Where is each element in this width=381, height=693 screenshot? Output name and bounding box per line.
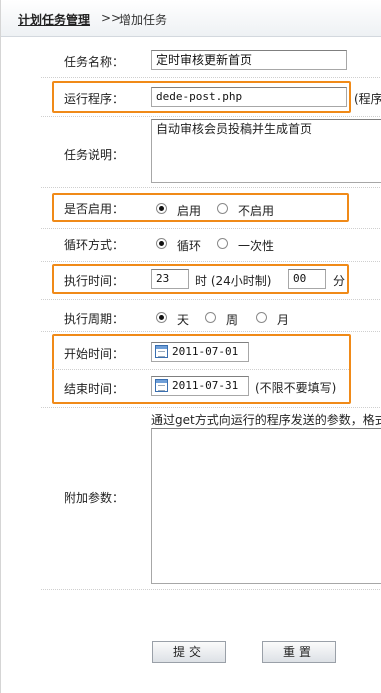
row-divider <box>41 116 381 117</box>
row-divider <box>41 261 381 262</box>
start-time-input[interactable]: 2011-07-01 <box>151 342 249 362</box>
end-time-input[interactable]: 2011-07-31 <box>151 376 249 396</box>
description-label: 任务说明： <box>64 148 125 162</box>
row-divider <box>41 228 381 229</box>
exec-minute-unit: 分 <box>333 274 346 288</box>
task-name-label: 任务名称： <box>64 55 125 69</box>
period-label: 执行周期： <box>64 312 125 326</box>
row-divider <box>41 331 381 332</box>
calendar-icon[interactable] <box>155 345 168 358</box>
program-label: 运行程序： <box>64 92 125 106</box>
row-divider <box>41 407 381 408</box>
exec-minute-input[interactable]: 00 <box>288 269 326 289</box>
period-month-radio[interactable] <box>256 312 267 323</box>
description-textarea[interactable]: 自动审核会员投稿并生成首页 <box>151 119 381 183</box>
enabled-no-radio[interactable] <box>217 203 228 214</box>
row-divider <box>53 369 349 370</box>
reset-button[interactable]: 重置 <box>262 641 336 663</box>
period-day-radio[interactable] <box>156 312 167 323</box>
end-time-label: 结束时间： <box>64 382 125 396</box>
submit-button[interactable]: 提交 <box>152 641 226 663</box>
row-divider <box>41 299 381 300</box>
period-week-radio[interactable] <box>205 312 216 323</box>
loop-once-text: 一次性 <box>238 239 275 253</box>
params-label: 附加参数： <box>64 491 125 505</box>
end-time-hint: (不限不要填写) <box>255 381 337 395</box>
loop-once-radio[interactable] <box>217 238 228 249</box>
enabled-no-text: 不启用 <box>238 204 275 218</box>
params-textarea[interactable] <box>151 428 381 584</box>
breadcrumb: 计划任务管理 >> 增加任务 <box>1 0 381 37</box>
row-divider <box>41 589 381 590</box>
enabled-yes-radio[interactable] <box>156 203 167 214</box>
row-divider <box>41 77 381 78</box>
params-hint: 通过get方式向运行的程序发送的参数，格式 <box>151 413 381 427</box>
period-week-text: 周 <box>226 313 239 327</box>
loop-repeat-radio[interactable] <box>156 238 167 249</box>
exec-hour-unit: 时 (24小时制) <box>195 274 272 288</box>
breadcrumb-root-link[interactable]: 计划任务管理 <box>18 11 90 28</box>
start-time-value: 2011-07-01 <box>172 345 239 358</box>
breadcrumb-current: 增加任务 <box>119 13 168 27</box>
calendar-icon[interactable] <box>155 379 168 392</box>
period-day-text: 天 <box>177 313 190 327</box>
end-time-value: 2011-07-31 <box>172 379 239 392</box>
enabled-label: 是否启用： <box>64 202 125 216</box>
task-name-input[interactable]: 定时审核更新首页 <box>151 50 347 70</box>
loop-label: 循环方式： <box>64 238 125 252</box>
enabled-yes-text: 启用 <box>177 204 202 218</box>
row-divider <box>41 187 381 188</box>
period-month-text: 月 <box>277 313 290 327</box>
program-hint: (程序 <box>354 92 381 106</box>
exec-hour-input[interactable]: 23 <box>151 269 189 289</box>
add-task-page: 计划任务管理 >> 增加任务 任务名称： 定时审核更新首页 运行程序： dede… <box>0 0 381 693</box>
program-input[interactable]: dede-post.php <box>151 87 347 107</box>
start-time-label: 开始时间： <box>64 347 125 361</box>
loop-repeat-text: 循环 <box>177 239 202 253</box>
exec-time-label: 执行时间： <box>64 274 125 288</box>
